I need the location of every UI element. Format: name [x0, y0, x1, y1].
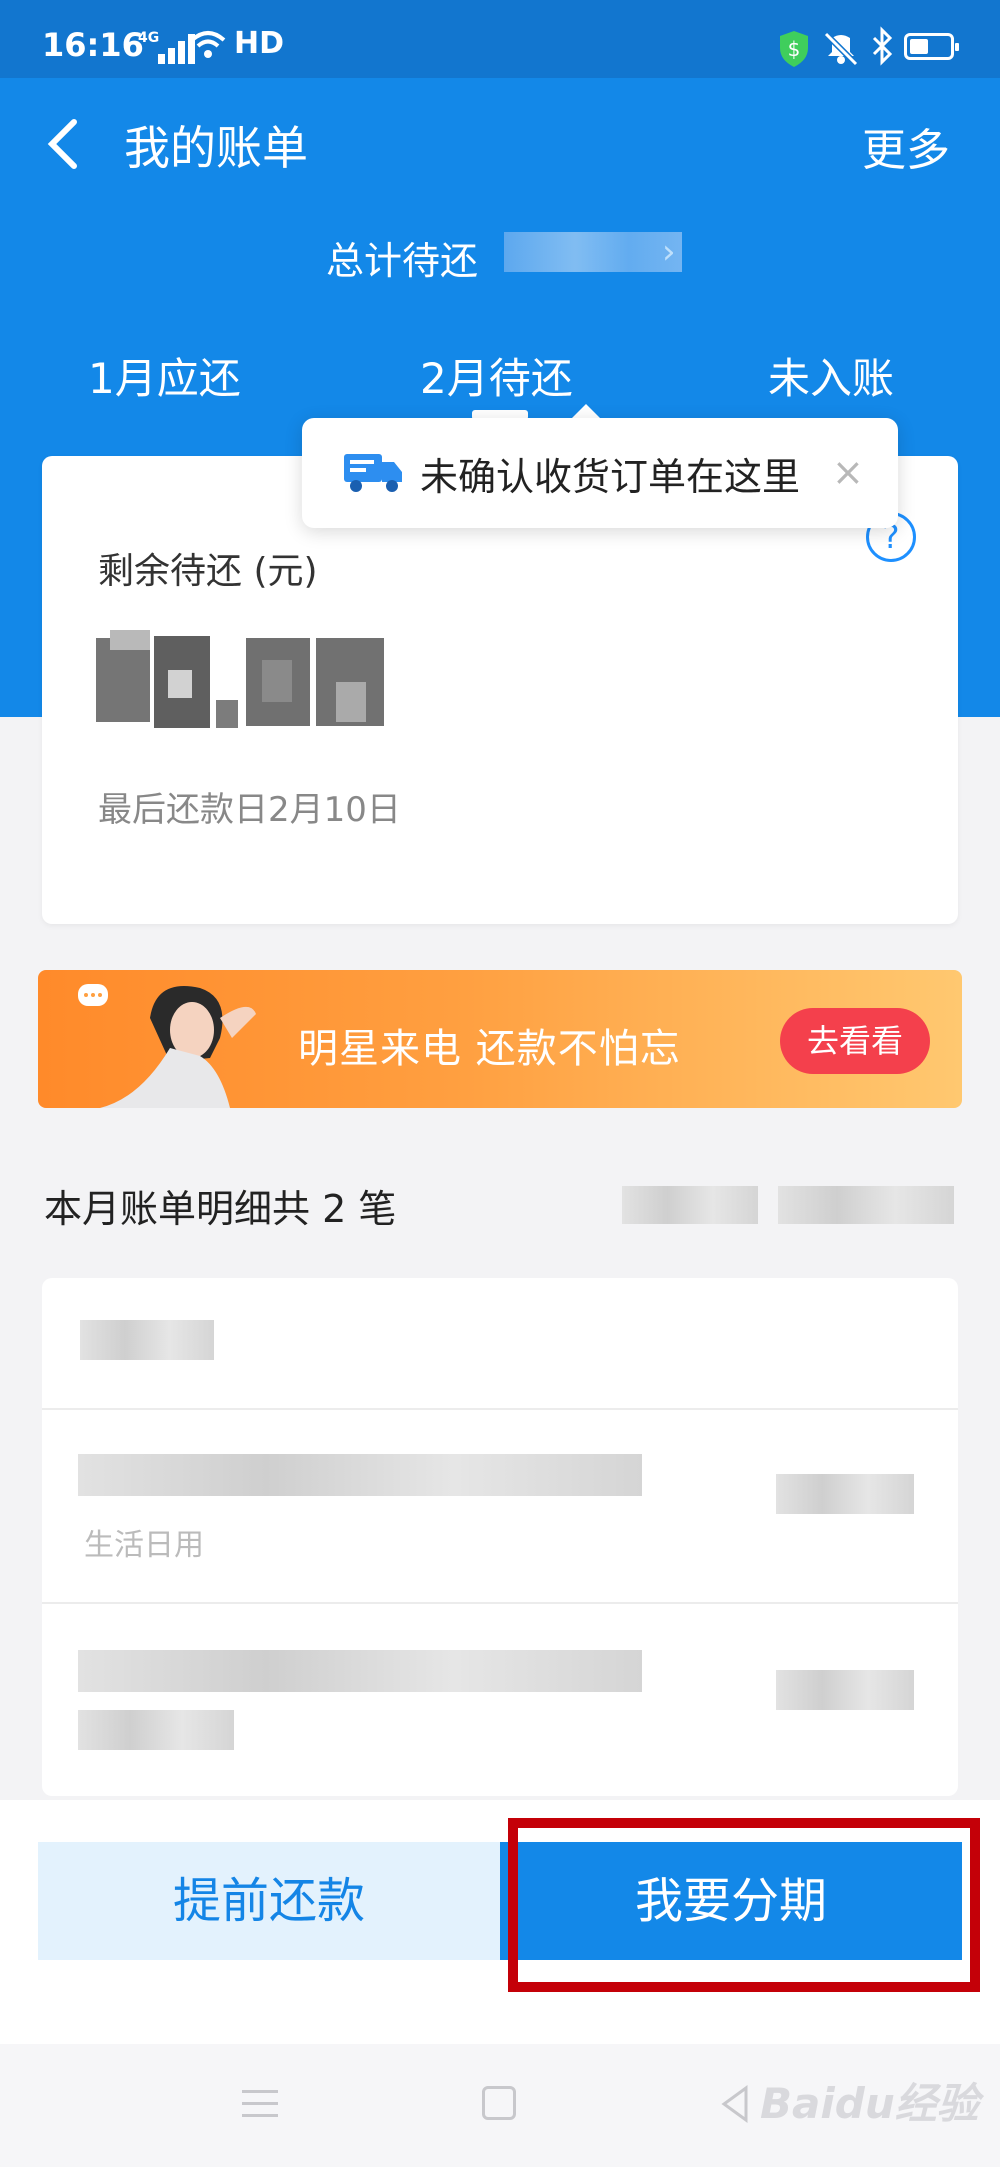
sort-blurred — [778, 1186, 954, 1224]
bill-row-category-blurred — [78, 1710, 234, 1750]
celebrity-illustration-icon — [78, 984, 256, 1108]
highlight-box — [508, 1818, 980, 1992]
menu-icon[interactable] — [242, 2088, 278, 2118]
prepay-button[interactable]: 提前还款 — [38, 1842, 500, 1960]
hd-indicator: HD — [234, 26, 285, 61]
nav-back-icon[interactable] — [720, 2084, 750, 2124]
tab-january[interactable]: 1月应还 — [88, 345, 241, 406]
filter-blurred — [622, 1186, 758, 1224]
home-icon[interactable] — [482, 2086, 516, 2120]
tab-unbilled[interactable]: 未入账 — [768, 345, 894, 406]
bill-details-title: 本月账单明细共 2 笔 — [44, 1187, 397, 1231]
battery-icon — [904, 33, 959, 60]
page-title: 我的账单 — [124, 121, 308, 175]
watermark: Baidu经验 — [760, 2079, 979, 2128]
mute-icon — [823, 31, 859, 66]
status-bar: 16:16 4G HD $ — [0, 0, 1000, 78]
status-time: 16:16 — [42, 26, 144, 64]
back-icon[interactable] — [44, 118, 84, 170]
bill-row-amount-blurred — [776, 1670, 914, 1710]
bill-row-category: 生活日用 — [84, 1528, 204, 1563]
bill-row-title-blurred — [78, 1454, 642, 1496]
network-type: 4G — [138, 30, 160, 46]
wifi-icon — [190, 31, 226, 58]
bill-row-amount-blurred — [776, 1474, 914, 1514]
bluetooth-icon — [872, 26, 893, 66]
close-icon[interactable]: × — [832, 450, 864, 494]
remaining-amount-blurred — [96, 630, 388, 732]
more-button[interactable]: 更多 — [862, 114, 950, 178]
tooltip-text: 未确认收货订单在这里 — [420, 455, 801, 499]
remaining-label: 剩余待还 (元) — [98, 551, 318, 592]
tab-february[interactable]: 2月待还 — [420, 345, 573, 406]
security-shield-icon: $ — [780, 31, 808, 67]
total-due-amount-blurred — [504, 232, 682, 272]
total-due-label[interactable]: 总计待还 — [326, 230, 478, 285]
delivery-truck-icon — [344, 454, 402, 492]
banner-view-button[interactable]: 去看看 — [780, 1008, 930, 1074]
chevron-right-icon: › — [662, 232, 676, 272]
banner-text: 明星来电 还款不怕忘 — [298, 1026, 681, 1072]
svg-text:$: $ — [788, 37, 801, 61]
last-payment-date: 最后还款日2月10日 — [98, 790, 401, 830]
list-date-blurred — [80, 1320, 214, 1360]
bill-row-title-blurred — [78, 1650, 642, 1692]
